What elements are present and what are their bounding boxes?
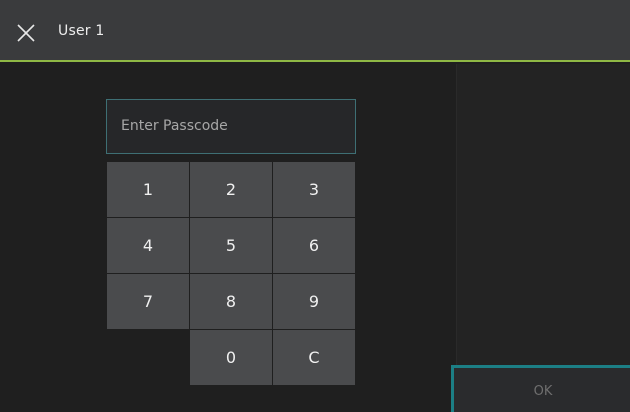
key-clear[interactable]: C	[273, 330, 355, 385]
right-panel	[456, 64, 630, 412]
close-button[interactable]	[14, 21, 38, 45]
close-icon	[17, 24, 35, 42]
key-1[interactable]: 1	[107, 162, 189, 217]
key-7[interactable]: 7	[107, 274, 189, 329]
key-0[interactable]: 0	[190, 330, 272, 385]
header-title: User 1	[58, 23, 105, 39]
passcode-placeholder: Enter Passcode	[121, 118, 228, 134]
key-8[interactable]: 8	[190, 274, 272, 329]
header-bar: User 1	[0, 0, 630, 62]
key-5[interactable]: 5	[190, 218, 272, 273]
ok-button[interactable]: OK	[451, 365, 630, 412]
passcode-input[interactable]: Enter Passcode	[106, 99, 356, 154]
key-6[interactable]: 6	[273, 218, 355, 273]
key-3[interactable]: 3	[273, 162, 355, 217]
key-4[interactable]: 4	[107, 218, 189, 273]
key-2[interactable]: 2	[190, 162, 272, 217]
passcode-screen: User 1 Enter Passcode 1 2 3 4 5 6 7 8 9 …	[0, 0, 630, 412]
key-9[interactable]: 9	[273, 274, 355, 329]
